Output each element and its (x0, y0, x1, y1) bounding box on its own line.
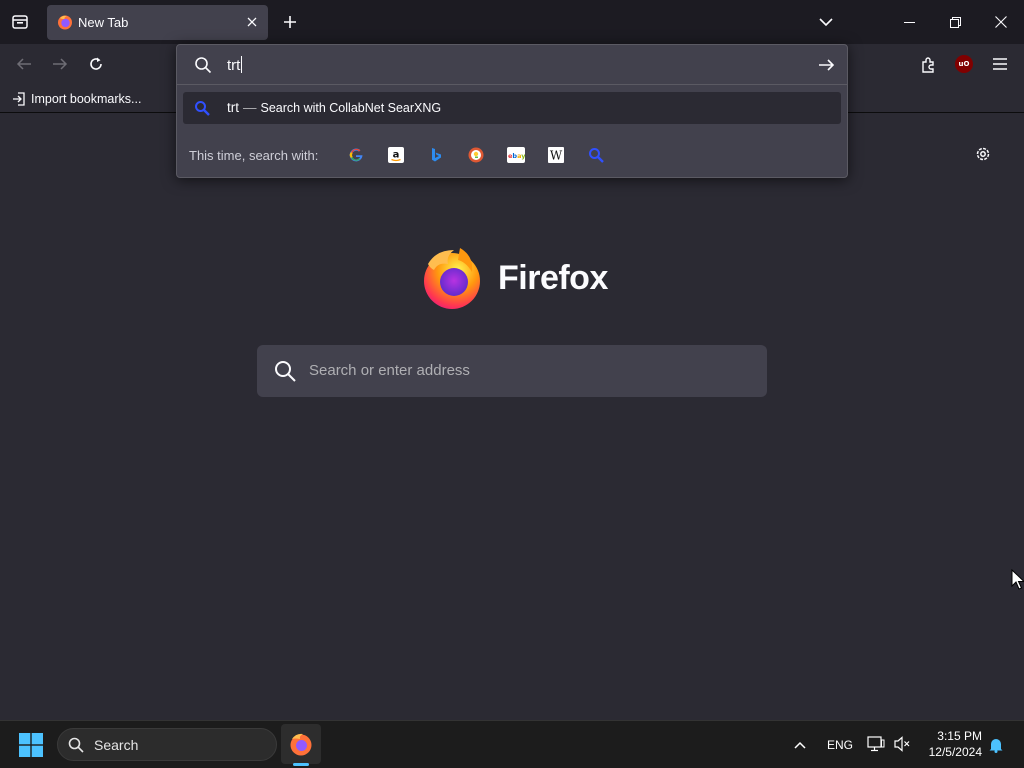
notifications-button[interactable] (986, 735, 1006, 755)
urlbar-value: trt (227, 56, 243, 74)
start-button[interactable] (17, 731, 45, 759)
clock-date: 12/5/2024 (928, 745, 982, 759)
import-icon (13, 92, 25, 106)
amazon-icon: a (388, 147, 404, 163)
new-tab-button[interactable] (280, 12, 300, 32)
app-menu-button[interactable] (988, 52, 1012, 76)
restore-icon (949, 16, 961, 28)
engine-bing-button[interactable] (427, 146, 445, 164)
engine-amazon-button[interactable]: a (387, 146, 405, 164)
speaker-muted-icon (894, 736, 910, 752)
newtab-search-placeholder: Search or enter address (309, 362, 470, 379)
windows-logo-icon (19, 733, 43, 757)
google-icon (349, 148, 363, 162)
firefox-logo-icon (424, 248, 480, 309)
new-tab-page: Firefox Search or enter address (0, 113, 1024, 720)
clock-time: 3:15 PM (937, 729, 982, 743)
puzzle-icon (921, 56, 934, 73)
close-icon (995, 16, 1007, 28)
tab-bar: New Tab (0, 0, 1024, 44)
result-action: Search with CollabNet SearXNG (260, 101, 442, 115)
newtab-search-input[interactable]: Search or enter address (257, 345, 767, 397)
taskbar-search-label: Search (94, 737, 139, 753)
forward-arrow-icon (53, 58, 68, 70)
ublock-origin-button[interactable]: uO (952, 52, 976, 76)
search-icon (68, 737, 84, 753)
hamburger-icon (993, 58, 1007, 70)
close-window-button[interactable] (978, 0, 1024, 44)
urlbar-dropdown: trt trt — Search with CollabNet SearXNG Th… (176, 44, 848, 178)
extensions-button[interactable] (916, 52, 940, 76)
minimize-icon (903, 21, 915, 23)
searxng-icon (195, 101, 210, 116)
forward-button[interactable] (48, 52, 72, 76)
taskbar-firefox-app[interactable] (281, 724, 321, 764)
one-off-search-buttons: This time, search with: a ebay W (177, 135, 847, 175)
chevron-up-icon (794, 741, 806, 749)
tab-title: New Tab (78, 15, 129, 30)
system-clock[interactable]: 3:15 PM 12/5/2024 (918, 728, 982, 760)
back-arrow-icon (16, 58, 31, 70)
ublock-icon: uO (955, 55, 973, 73)
engine-searxng-button[interactable] (587, 146, 605, 164)
reload-button[interactable] (84, 52, 108, 76)
gear-icon (976, 147, 990, 161)
import-bookmarks-button[interactable]: Import bookmarks... (12, 90, 141, 108)
list-all-tabs-button[interactable] (816, 13, 836, 31)
taskbar-search-box[interactable]: Search (57, 728, 277, 761)
engine-google-button[interactable] (347, 146, 365, 164)
wikipedia-icon: W (548, 147, 564, 163)
search-icon (275, 361, 296, 382)
tab-new-tab[interactable]: New Tab (47, 5, 268, 40)
engine-wikipedia-button[interactable]: W (547, 146, 565, 164)
network-icon (867, 736, 885, 752)
windows-taskbar: Search ENG 3:15 PM 12/5/2024 (0, 720, 1024, 768)
svg-text:ebay: ebay (508, 152, 525, 160)
restore-button[interactable] (932, 0, 978, 44)
running-app-indicator (293, 763, 309, 766)
firefox-brand: Firefox (420, 246, 608, 310)
firefox-icon (58, 15, 72, 30)
ebay-icon: ebay (507, 147, 525, 163)
svg-text:a: a (393, 150, 400, 161)
firefox-view-button[interactable] (8, 10, 32, 34)
result-query: trt (227, 100, 239, 115)
firefox-icon (290, 733, 312, 756)
urlbar-result-search[interactable]: trt — Search with CollabNet SearXNG (183, 92, 841, 124)
urlbar-input[interactable]: trt (177, 45, 847, 85)
searxng-icon (589, 148, 604, 163)
go-arrow-icon[interactable] (817, 56, 835, 74)
firefox-view-icon (12, 15, 28, 29)
result-separator: — (243, 100, 257, 115)
brand-wordmark: Firefox (498, 258, 608, 297)
engine-duckduckgo-button[interactable] (467, 146, 485, 164)
back-button[interactable] (12, 52, 36, 76)
import-bookmarks-label: Import bookmarks... (31, 92, 142, 106)
show-hidden-icons-button[interactable] (790, 735, 810, 755)
close-tab-icon[interactable] (244, 14, 260, 30)
chevron-down-icon (819, 17, 833, 26)
one-off-label: This time, search with: (189, 148, 319, 163)
svg-text:W: W (550, 149, 563, 163)
network-status-button[interactable] (866, 734, 886, 754)
volume-muted-button[interactable] (892, 734, 912, 754)
bing-icon (432, 148, 441, 162)
search-icon (195, 57, 212, 74)
minimize-button[interactable] (886, 0, 932, 44)
bell-icon (989, 739, 1003, 753)
mouse-pointer-icon (1011, 569, 1024, 590)
personalize-button[interactable] (972, 143, 994, 165)
plus-icon (284, 16, 296, 28)
text-caret (241, 56, 243, 73)
reload-icon (90, 57, 102, 70)
result-text: trt — Search with CollabNet SearXNG (227, 100, 441, 115)
duckduckgo-icon (468, 147, 484, 163)
engine-ebay-button[interactable]: ebay (507, 146, 525, 164)
input-language-indicator[interactable]: ENG (827, 738, 853, 752)
